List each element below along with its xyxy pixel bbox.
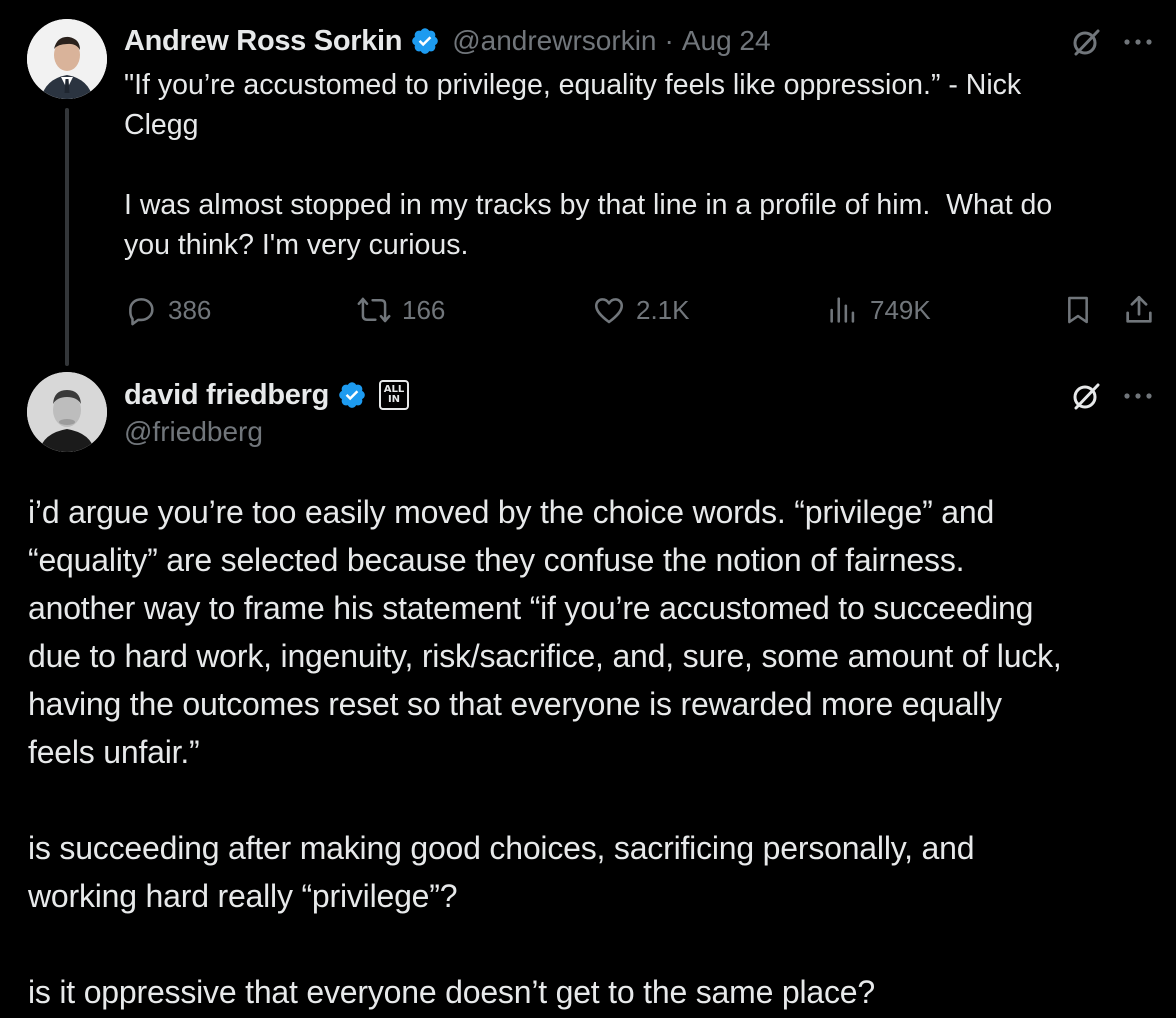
bookmark-icon (1062, 293, 1094, 327)
views-icon (826, 293, 860, 327)
tweet2-text: i’d argue you’re too easily moved by the… (28, 494, 1062, 1010)
author-handle[interactable]: @andrewrsorkin (452, 25, 656, 57)
bookmark-button[interactable] (1062, 288, 1094, 332)
avatar-andrew-ross-sorkin[interactable] (27, 19, 107, 99)
avatar-image (27, 372, 107, 452)
tweet1-text: "If you’re accustomed to privilege, equa… (124, 69, 1053, 261)
like-icon (592, 293, 626, 327)
grok-icon[interactable] (1068, 24, 1104, 60)
verified-icon[interactable] (337, 380, 367, 410)
separator-dot: · (664, 25, 674, 56)
reply-icon (124, 293, 158, 327)
more-icon[interactable] (1120, 24, 1156, 60)
verified-icon[interactable] (410, 26, 440, 56)
views-count: 749K (870, 294, 931, 325)
tweet1-header: Andrew Ross Sorkin @andrewrsorkin · Aug … (124, 22, 771, 60)
author-name[interactable]: Andrew Ross Sorkin (124, 25, 403, 58)
avatar-image (27, 19, 107, 99)
views-button[interactable]: 749K (826, 288, 931, 332)
more-icon[interactable] (1120, 378, 1156, 414)
reply-count: 386 (168, 294, 212, 325)
like-count: 2.1K (636, 294, 690, 325)
share-icon (1122, 293, 1156, 327)
repost-icon (356, 293, 392, 327)
tweet-thread: Andrew Ross Sorkin @andrewrsorkin · Aug … (0, 0, 1176, 1018)
author-name[interactable]: david friedberg (124, 379, 329, 412)
tweet-date[interactable]: Aug 24 (682, 25, 771, 57)
tweet1-action-bar: 386 166 2.1K 749K (0, 288, 1176, 332)
author-handle[interactable]: @friedberg (124, 416, 263, 448)
repost-count: 166 (402, 294, 446, 325)
reply-button[interactable]: 386 (124, 288, 211, 332)
grok-icon[interactable] (1068, 378, 1104, 414)
like-button[interactable]: 2.1K (592, 288, 690, 332)
affiliate-badge[interactable]: ALL IN (379, 380, 409, 410)
share-button[interactable] (1122, 288, 1156, 332)
tweet2-header: david friedberg ALL IN (124, 375, 409, 415)
avatar-david-friedberg[interactable] (27, 372, 107, 452)
badge-line2: IN (387, 394, 401, 405)
repost-button[interactable]: 166 (356, 288, 445, 332)
